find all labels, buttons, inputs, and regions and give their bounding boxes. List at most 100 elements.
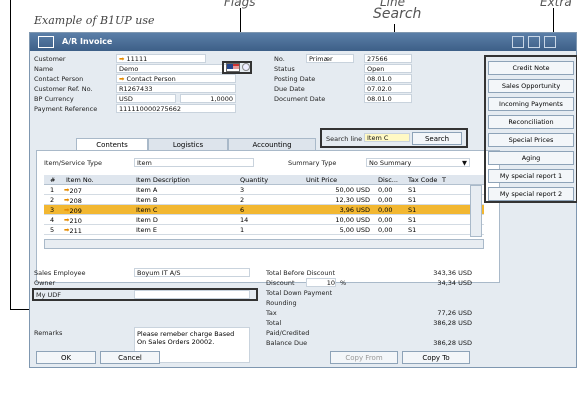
- row-number: 3: [50, 206, 55, 214]
- search-line-input[interactable]: Item C: [364, 133, 410, 142]
- document-icon: [38, 36, 54, 48]
- row-tax-code[interactable]: S1: [408, 206, 416, 214]
- row-tax-code[interactable]: S1: [408, 186, 416, 194]
- customer-field[interactable]: ➡ 11111: [116, 54, 206, 63]
- discount-percent-field[interactable]: 10: [306, 278, 336, 287]
- row-discount[interactable]: 0,00: [378, 226, 392, 234]
- row-item-no[interactable]: ➡ 207: [64, 186, 82, 195]
- col-t[interactable]: T: [442, 176, 446, 184]
- col-item-no[interactable]: Item No.: [66, 176, 94, 184]
- col-tax-code[interactable]: Tax Code: [408, 176, 437, 184]
- sales-employee-select[interactable]: Boyum IT A/S: [134, 268, 250, 277]
- link-arrow-icon[interactable]: ➡: [119, 55, 124, 63]
- row-quantity[interactable]: 14: [240, 216, 248, 224]
- discount-value: 34,34 USD: [437, 279, 472, 287]
- row-price[interactable]: 3,96 USD: [302, 206, 370, 214]
- contact-person-field[interactable]: ➡ Contact Person: [116, 74, 236, 83]
- row-quantity[interactable]: 2: [240, 196, 244, 204]
- maximize-icon[interactable]: [528, 36, 540, 48]
- due-date-field[interactable]: 07.02.0: [364, 84, 412, 93]
- document-date-field[interactable]: 08.01.0: [364, 94, 412, 103]
- incoming-payments-button[interactable]: Incoming Payments: [488, 97, 574, 111]
- table-row-selected[interactable]: 3 ➡ 209 Item C 6 3,96 USD 0,00 S1: [44, 205, 484, 215]
- copy-to-button[interactable]: Copy To: [402, 351, 470, 364]
- col-unit-price[interactable]: Unit Price: [306, 176, 337, 184]
- row-discount[interactable]: 0,00: [378, 216, 392, 224]
- col-num[interactable]: #: [50, 176, 55, 184]
- ar-invoice-window: A/R Invoice Customer ➡ 11111 Name Demo C…: [29, 32, 577, 368]
- title-bar: A/R Invoice: [30, 33, 576, 51]
- total-before-discount-label: Total Before Discount: [266, 269, 336, 277]
- table-row[interactable]: 5 ➡ 211 Item E 1 5,00 USD 0,00 S1: [44, 225, 484, 235]
- customer-ref-label: Customer Ref. No.: [34, 85, 93, 93]
- balance-due-value: 386,28 USD: [433, 339, 472, 347]
- cancel-button[interactable]: Cancel: [100, 351, 160, 364]
- row-tax-code[interactable]: S1: [408, 196, 416, 204]
- rounding-label: Rounding: [266, 299, 297, 307]
- sales-opportunity-button[interactable]: Sales Opportunity: [488, 79, 574, 93]
- row-discount[interactable]: 0,00: [378, 186, 392, 194]
- row-price[interactable]: 10,00 USD: [302, 216, 370, 224]
- special-report-1-button[interactable]: My special report 1: [488, 169, 574, 183]
- row-description[interactable]: Item B: [136, 196, 157, 204]
- row-tax-code[interactable]: S1: [408, 226, 416, 234]
- flag-selector-icon[interactable]: [242, 63, 250, 71]
- summary-type-select[interactable]: No Summary ▼: [366, 158, 470, 167]
- row-item-no[interactable]: ➡ 208: [64, 196, 82, 205]
- minimize-icon[interactable]: [512, 36, 524, 48]
- sales-employee-label: Sales Employee: [34, 269, 86, 277]
- bp-currency-field[interactable]: USD: [116, 94, 176, 103]
- my-udf-field[interactable]: [134, 290, 250, 299]
- special-report-2-button[interactable]: My special report 2: [488, 187, 574, 201]
- row-description[interactable]: Item E: [136, 226, 157, 234]
- ok-button[interactable]: OK: [36, 351, 96, 364]
- copy-from-button[interactable]: Copy From: [330, 351, 398, 364]
- name-field[interactable]: Demo: [116, 64, 236, 73]
- row-item-no[interactable]: ➡ 210: [64, 216, 82, 225]
- credit-note-button[interactable]: Credit Note: [488, 61, 574, 75]
- col-discount[interactable]: Disc...: [378, 176, 398, 184]
- search-line-label: Search line: [326, 135, 363, 143]
- us-flag-icon[interactable]: [226, 63, 240, 72]
- row-quantity[interactable]: 1: [240, 226, 244, 234]
- row-item-no[interactable]: ➡ 211: [64, 226, 82, 235]
- close-icon[interactable]: [544, 36, 556, 48]
- doc-no-field[interactable]: 27566: [364, 54, 412, 63]
- posting-date-field[interactable]: 08.01.0: [364, 74, 412, 83]
- reconciliation-button[interactable]: Reconciliation: [488, 115, 574, 129]
- col-quantity[interactable]: Quantity: [240, 176, 268, 184]
- link-arrow-icon[interactable]: ➡: [119, 75, 124, 83]
- horizontal-scrollbar[interactable]: [44, 239, 484, 249]
- row-description[interactable]: Item C: [136, 206, 157, 214]
- row-quantity[interactable]: 6: [240, 206, 244, 214]
- exchange-rate-field[interactable]: 1,0000: [180, 94, 236, 103]
- customer-ref-field[interactable]: R1267433: [116, 84, 236, 93]
- row-price[interactable]: 5,00 USD: [302, 226, 370, 234]
- row-discount[interactable]: 0,00: [378, 206, 392, 214]
- row-price[interactable]: 12,30 USD: [302, 196, 370, 204]
- chevron-down-icon[interactable]: ▼: [462, 159, 467, 167]
- row-quantity[interactable]: 3: [240, 186, 244, 194]
- search-button[interactable]: Search: [412, 132, 462, 145]
- table-row[interactable]: 1 ➡ 207 Item A 3 50,00 USD 0,00 S1: [44, 185, 484, 195]
- item-service-type-select[interactable]: Item: [134, 158, 254, 167]
- row-tax-code[interactable]: S1: [408, 216, 416, 224]
- table-row[interactable]: 4 ➡ 210 Item D 14 10,00 USD 0,00 S1: [44, 215, 484, 225]
- row-price[interactable]: 50,00 USD: [302, 186, 370, 194]
- status-label: Status: [274, 65, 295, 73]
- series-field[interactable]: Primær: [306, 54, 354, 63]
- balance-due-label: Balance Due: [266, 339, 308, 347]
- vertical-scrollbar[interactable]: [470, 185, 482, 237]
- special-prices-button[interactable]: Special Prices: [488, 133, 574, 147]
- col-description[interactable]: Item Description: [136, 176, 190, 184]
- payment-ref-field[interactable]: 111110000275662: [116, 104, 236, 113]
- total-before-discount-value: 343,36 USD: [433, 269, 472, 277]
- row-description[interactable]: Item A: [136, 186, 157, 194]
- due-date-label: Due Date: [274, 85, 305, 93]
- aging-button[interactable]: Aging: [488, 151, 574, 165]
- row-item-no[interactable]: ➡ 209: [64, 206, 82, 215]
- table-row[interactable]: 2 ➡ 208 Item B 2 12,30 USD 0,00 S1: [44, 195, 484, 205]
- row-discount[interactable]: 0,00: [378, 196, 392, 204]
- my-udf-label: My UDF: [36, 291, 62, 299]
- row-description[interactable]: Item D: [136, 216, 158, 224]
